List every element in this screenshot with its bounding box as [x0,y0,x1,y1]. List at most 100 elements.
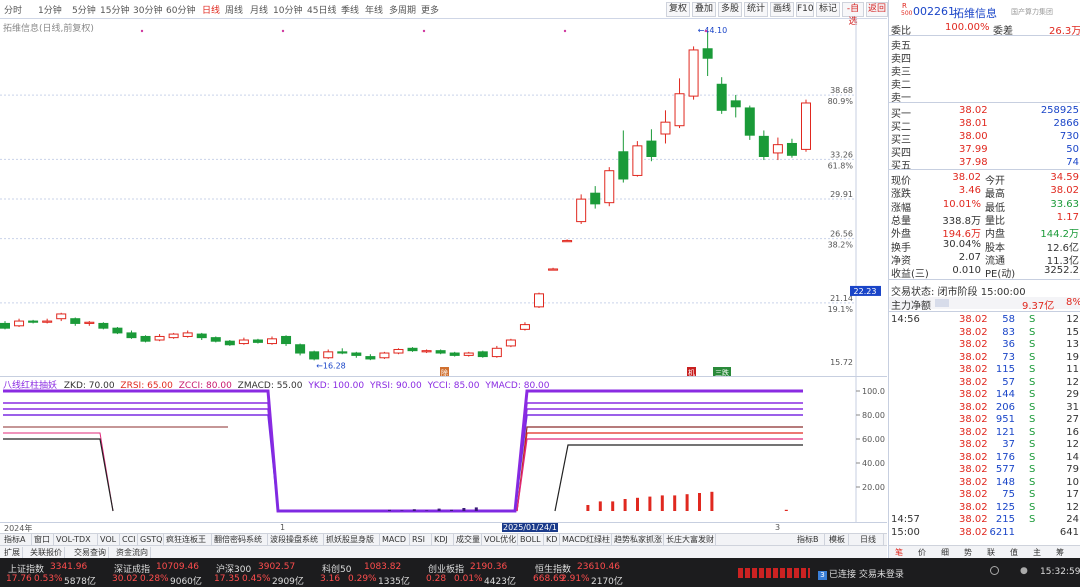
quote-tab[interactable]: 主 [1033,547,1041,558]
draw-line-button[interactable]: 画线 [770,2,794,17]
quote-tab[interactable]: 势 [964,547,972,558]
func-tab-expand[interactable]: 扩展 [2,547,23,558]
quote-tab[interactable]: 细 [941,547,949,558]
quote-tab[interactable]: 值 [1010,547,1018,558]
stock-name: 拓维信息 [953,7,997,20]
indicator-line-ycci [3,408,803,512]
stat-value: 0.010 [952,265,981,277]
index-pct: 0.01% [454,574,483,584]
quote-bottom-tabs: 笔价细势联值主筹 [889,545,1080,558]
index-amount: 9060亿 [170,577,202,587]
quote-tab[interactable]: 联 [987,547,995,558]
tick-row: 14:56 38.02 58 S 12 [889,314,1080,326]
tick-row: 38.02 36 S 13 [889,339,1080,351]
candle [112,327,123,334]
tick-row: 38.02 121 S 16 [889,427,1080,439]
back-button[interactable]: 返回 [866,2,888,17]
indicator-bar [660,495,664,511]
tick-count: 12 [1066,314,1079,325]
search-icon[interactable] [990,566,999,575]
period-tab-quarter[interactable]: 季线 [341,3,359,16]
tick-price: 38.02 [959,489,988,500]
status-bar: 上证指数 3341.96 17.76 0.53% 5878亿 深证成指 10709.46 30… [0,558,1080,587]
candle [519,324,530,330]
f10-button[interactable]: F10 [796,2,814,17]
bid-volume: 258925 [1040,105,1079,116]
period-tab-45day[interactable]: 45日线 [307,3,336,16]
notification-icon[interactable]: ● [1020,566,1028,576]
candlestick-chart[interactable]: 38.68 33.26 29.91 26.56 21.14 15.72 22.23 80.9%… [0,19,887,377]
overlay-button[interactable]: 叠加 [692,2,716,17]
tick-price: 38.02 [959,526,988,538]
remove-watchlist-button[interactable]: -自选 [842,2,864,27]
indicator-chart[interactable]: 100.0 80.00 60.00 40.00 20.00 八线红柱抽妖 ZKD: 70… [0,376,887,523]
tick-count: 15 [1066,326,1079,338]
tick-row: 38.02 83 S 15 [889,327,1080,339]
period-tab-year[interactable]: 年线 [365,3,383,16]
period-tab-5min[interactable]: 5分钟 [72,3,96,16]
connection-area[interactable]: 3 已连接 交易未登录 [818,567,904,580]
stat-row: 收益(三) 0.010 PE(动) 3252.2 [889,265,1080,280]
tick-volume: 121 [995,426,1015,438]
price-tick-label: 33.26 [830,150,853,159]
period-tab-monthly[interactable]: 月线 [250,3,268,16]
stat-value: 33.63 [1050,198,1079,210]
indicator-line-zcci [3,432,114,512]
indicator-bar [437,508,441,511]
period-tab-more[interactable]: 更多 [421,3,439,16]
tick-volume: 176 [995,451,1015,463]
tick-count: 14 [1066,451,1079,463]
multi-stock-button[interactable]: 多股 [718,2,742,17]
period-tab-fenshi[interactable]: 分时 [4,3,22,16]
stat-row: 净资 2.07 流通 11.3亿 [889,252,1080,267]
period-tab-10min[interactable]: 10分钟 [273,3,302,16]
tick-price: 38.02 [959,439,988,450]
tick-volume: 73 [1002,351,1015,363]
index-value: 3341.96 [50,562,88,572]
candle [295,344,306,354]
index-pct: 0.28% [140,574,169,584]
ask-row: 卖五 [889,37,1080,52]
tick-row: 38.02 115 S 11 [889,364,1080,376]
period-tab-weekly[interactable]: 周线 [225,3,243,16]
candle [323,351,334,359]
quote-tab[interactable]: 价 [918,547,926,558]
candle [0,322,10,329]
func-tab-trade-query[interactable]: 交易查询 [72,547,109,558]
mark-button[interactable]: 标记 [816,2,840,17]
candle [702,48,713,59]
candle [182,332,193,337]
stock-code: 002261 [913,5,955,18]
func-tab-fund-flow[interactable]: 资金流向 [114,547,151,558]
period-tab-multi[interactable]: 多周期 [389,3,416,16]
connection-status: 已连接 交易未登录 [829,570,904,580]
indicator-bar [784,509,788,511]
index-pct: 0.45% [242,574,271,584]
index-value: 10709.46 [156,562,199,572]
candle [646,140,657,157]
candle [126,332,137,339]
candle [379,352,390,359]
tick-price: 38.02 [959,351,988,363]
fuquan-button[interactable]: 复权 [666,2,690,17]
quote-tab[interactable]: 筹 [1056,547,1064,558]
period-tab-30min[interactable]: 30分钟 [133,3,162,16]
candle [477,351,488,358]
tick-row: 38.02 144 S 29 [889,389,1080,401]
stats-button[interactable]: 统计 [744,2,768,17]
period-tab-1min[interactable]: 1分钟 [38,3,62,16]
indicator-bar [598,501,602,511]
stat-row: 总量 338.8万 量比 1.17 [889,212,1080,227]
tick-side: S [1029,364,1036,375]
candle [505,339,516,347]
tick-side: S [1029,439,1036,450]
period-tab-15min[interactable]: 15分钟 [100,3,129,16]
tick-time: 14:57 [891,514,920,525]
func-tab-related-quotes[interactable]: 关联报价 [28,547,65,558]
period-tab-daily[interactable]: 日线 [202,3,220,16]
indicator-param-zrsi: ZRSI: 65.00 [120,381,173,391]
quote-tab[interactable]: 笔 [895,547,903,558]
main-flow-value: 9.37亿 [1022,301,1055,312]
period-tab-60min[interactable]: 60分钟 [166,3,195,16]
candle [140,335,151,342]
